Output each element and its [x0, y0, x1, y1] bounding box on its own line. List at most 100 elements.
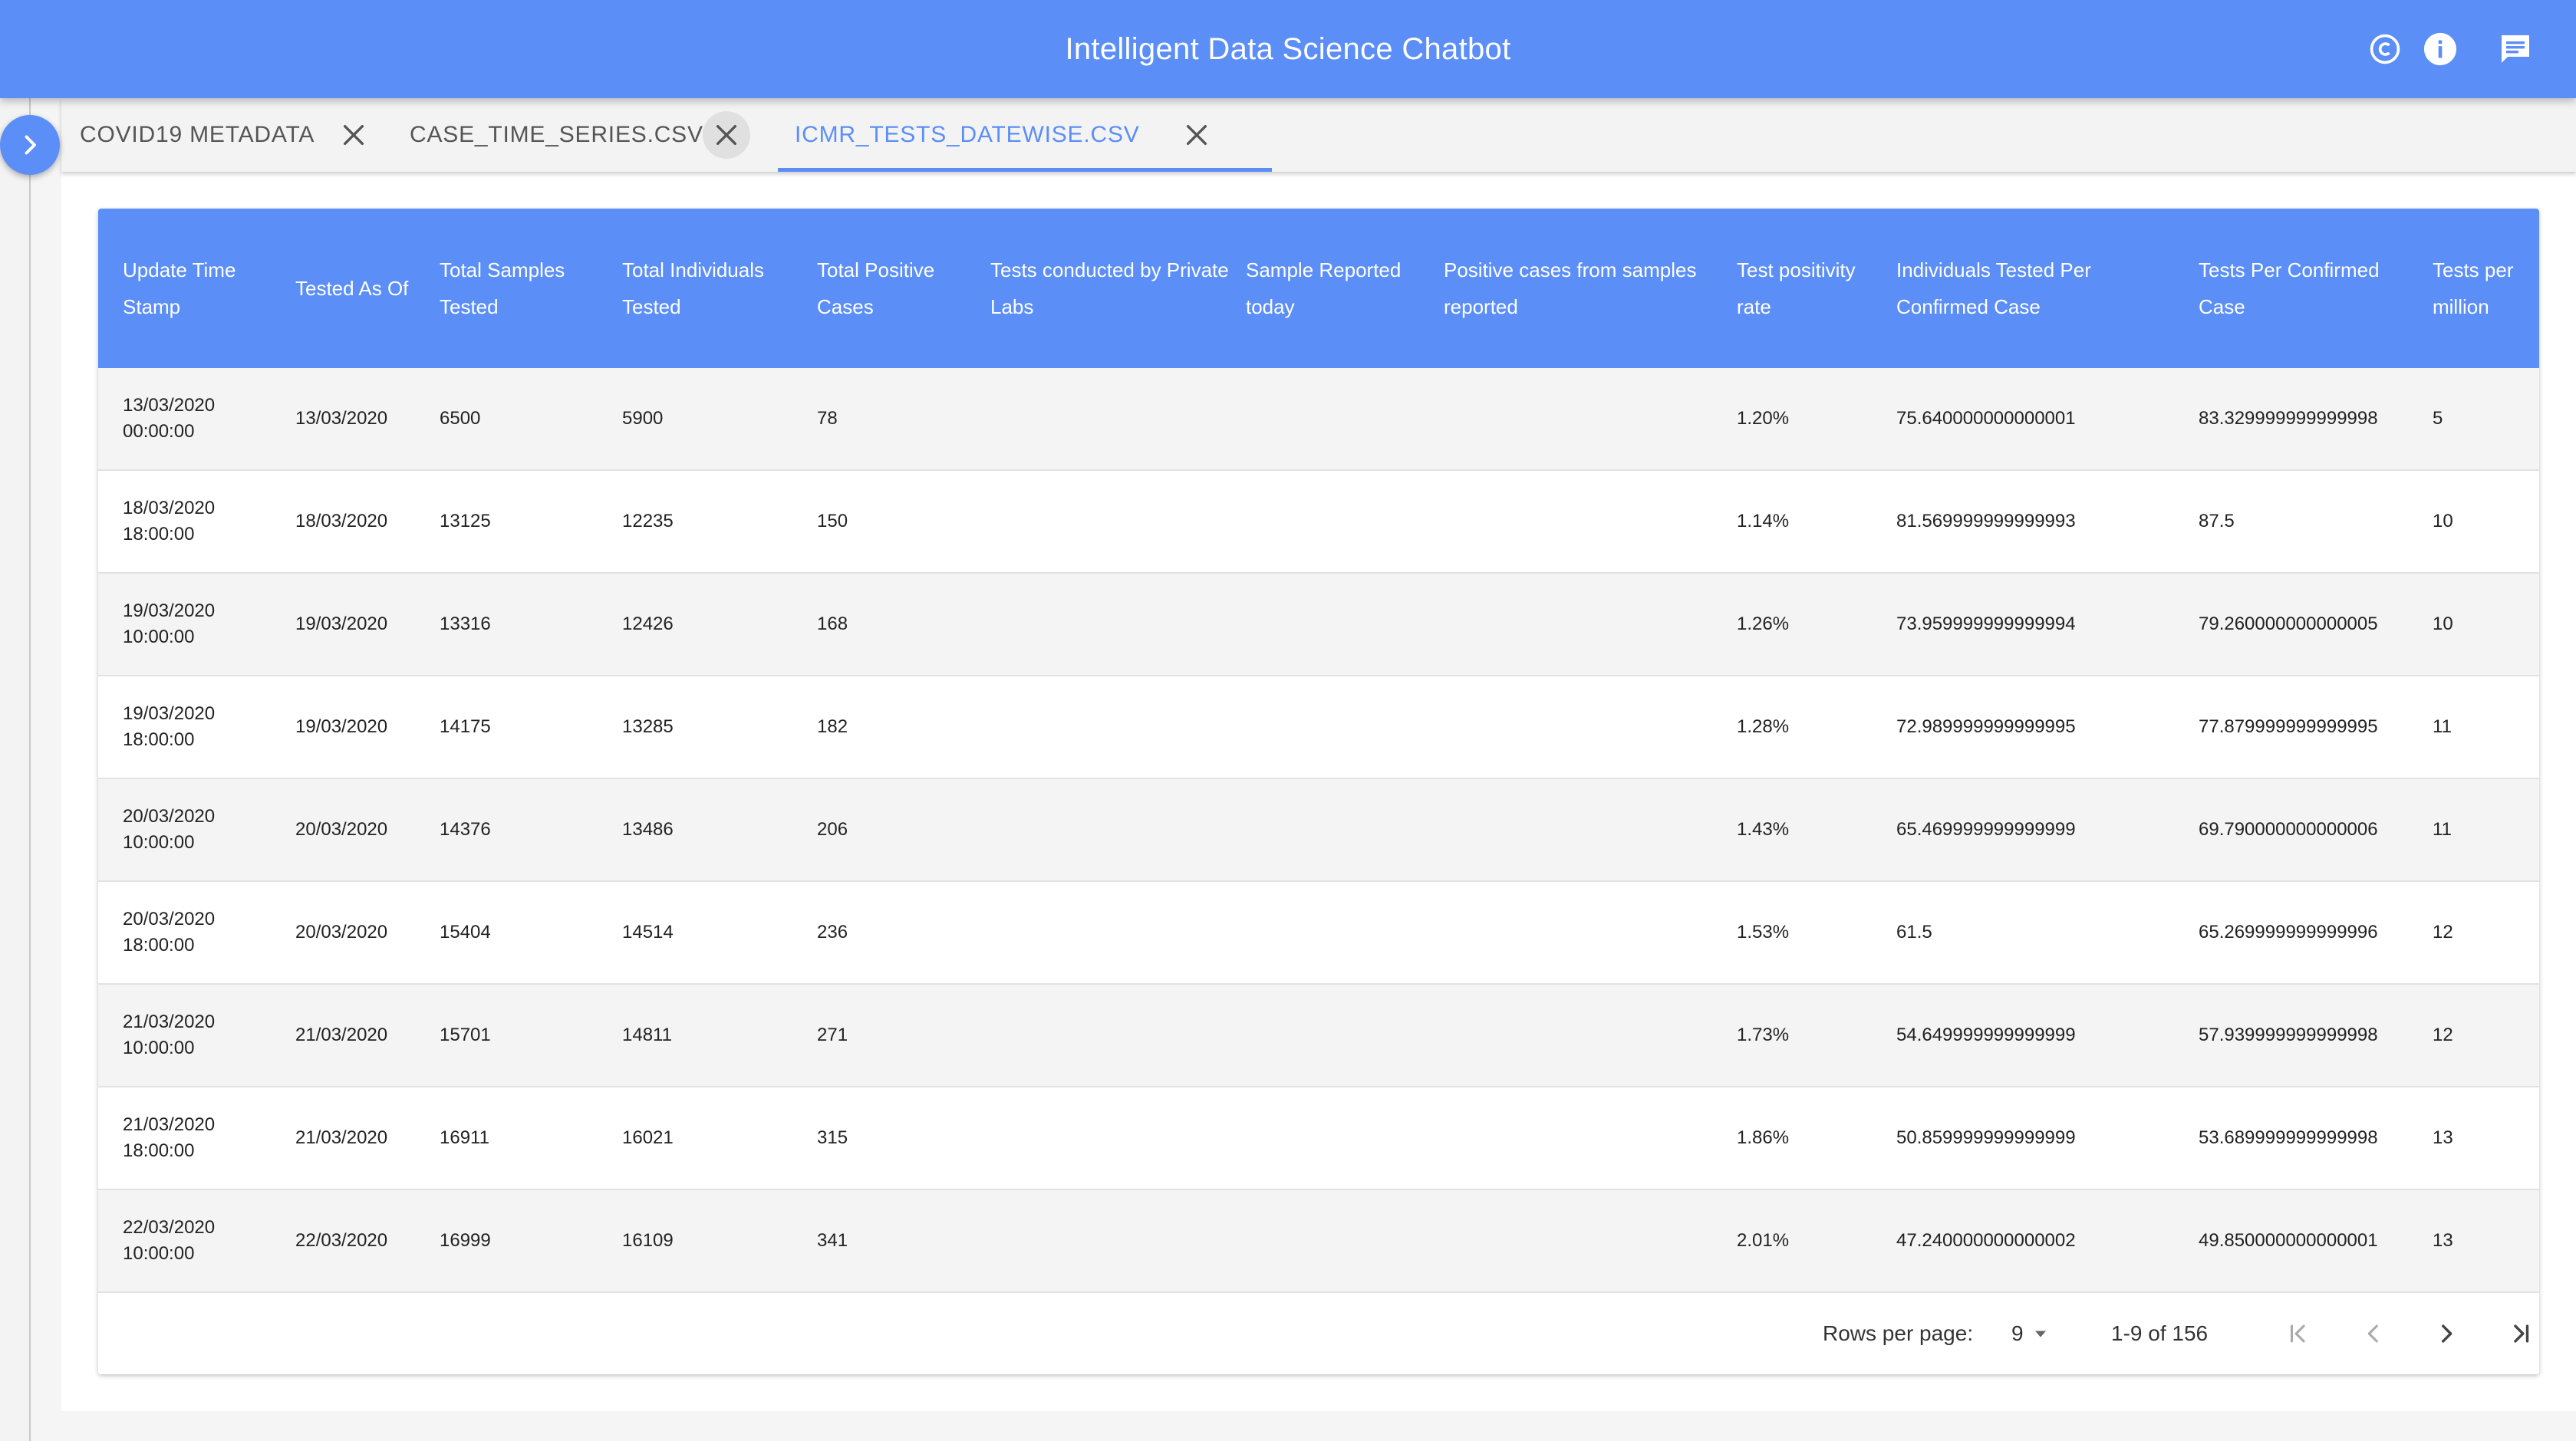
- table-cell: [1246, 368, 1430, 469]
- next-page-button[interactable]: [2425, 1312, 2468, 1355]
- close-icon: [1186, 124, 1207, 146]
- table-cell: 15701: [440, 1025, 491, 1045]
- table-cell: 5900: [622, 408, 664, 429]
- table-cell: 1.26%: [1737, 614, 1790, 634]
- table-cell: 19/03/2020 18:00:00: [123, 703, 216, 750]
- table-cell: 19/03/2020 10:00:00: [123, 600, 216, 647]
- rows-per-page-value: 9: [2011, 1321, 2024, 1345]
- close-tab-covid19-metadata-button[interactable]: [330, 111, 377, 159]
- table-cell: 182: [817, 716, 848, 737]
- table-cell: [1246, 676, 1430, 778]
- chat-icon[interactable]: [2497, 31, 2534, 67]
- column-header[interactable]: Tests per million: [2433, 209, 2532, 368]
- table-cell: 57.939999999999998: [2199, 1025, 2378, 1045]
- table-row[interactable]: 18/03/2020 18:00:00 18/03/2020 13125 12235 1…: [98, 471, 2539, 574]
- last-page-icon: [2514, 1324, 2529, 1343]
- table-cell: 22/03/2020 10:00:00: [123, 1217, 216, 1264]
- column-header[interactable]: Total Samples Tested: [440, 209, 608, 368]
- table-cell: 10: [2433, 511, 2453, 531]
- table-cell: 271: [817, 1025, 848, 1045]
- table-cell: 83.329999999999998: [2199, 408, 2378, 429]
- table-cell: [1444, 1190, 1720, 1291]
- column-header[interactable]: Sample Reported today: [1246, 209, 1430, 368]
- column-header[interactable]: Positive cases from samples reported: [1444, 209, 1720, 368]
- column-header[interactable]: Test positivity rate: [1737, 209, 1883, 368]
- table-row[interactable]: 13/03/2020 00:00:00 13/03/2020 6500 5900 78 1…: [98, 368, 2539, 471]
- table-cell: 1.43%: [1737, 819, 1790, 840]
- table-cell: [1444, 368, 1720, 469]
- table-row[interactable]: 21/03/2020 18:00:00 21/03/2020 16911 16021 3…: [98, 1087, 2539, 1190]
- column-header[interactable]: Individuals Tested Per Confirmed Case: [1896, 209, 2188, 368]
- table-row[interactable]: 22/03/2020 10:00:00 22/03/2020 16999 16109 3…: [98, 1190, 2539, 1293]
- table-cell: 20/03/2020: [295, 819, 388, 840]
- table-cell: [1246, 574, 1430, 675]
- close-tab-icmr-tests-datewise-button[interactable]: [1173, 111, 1220, 159]
- table-pagination: Rows per page: 9 1-9 of 156: [98, 1293, 2539, 1374]
- table-cell: 14175: [440, 716, 491, 737]
- table-cell: 73.959999999999994: [1896, 614, 2076, 634]
- tab-label[interactable]: COVID19 METADATA: [80, 122, 315, 148]
- table-cell: 1.53%: [1737, 922, 1790, 943]
- table-cell: 78: [817, 408, 838, 429]
- drawer-toggle-button[interactable]: [0, 115, 60, 175]
- first-page-icon: [2290, 1324, 2305, 1343]
- table-cell: 1.14%: [1737, 511, 1790, 531]
- info-icon[interactable]: [2422, 31, 2459, 67]
- rows-per-page-select[interactable]: 9: [2011, 1314, 2051, 1353]
- app-title: Intelligent Data Science Chatbot: [1065, 32, 1511, 66]
- table-cell: 61.5: [1896, 922, 1932, 943]
- column-header[interactable]: Tested As Of: [295, 209, 426, 368]
- first-page-button[interactable]: [2277, 1312, 2320, 1355]
- column-header[interactable]: Tests Per Confirmed Case: [2199, 209, 2421, 368]
- tab-case-time-series[interactable]: CASE_TIME_SERIES.CSV: [410, 98, 703, 172]
- table-cell: 206: [817, 819, 848, 840]
- table-cell: [990, 1190, 1236, 1291]
- table-row[interactable]: 20/03/2020 10:00:00 20/03/2020 14376 13486 2…: [98, 779, 2539, 882]
- table-cell: 12: [2433, 922, 2453, 943]
- column-header[interactable]: Update Time Stamp: [123, 209, 276, 368]
- table-cell: 1.86%: [1737, 1127, 1790, 1148]
- chevron-right-icon: [2442, 1324, 2452, 1343]
- sidebar-rail: [0, 98, 31, 1441]
- tab-bar: COVID19 METADATA CASE_TIME_SERIES.CSV IC…: [61, 98, 2576, 172]
- copyright-icon[interactable]: [2367, 31, 2403, 67]
- column-header[interactable]: Total Positive Cases: [817, 209, 978, 368]
- table-cell: [990, 676, 1236, 778]
- table-cell: [1246, 1087, 1430, 1189]
- tab-label[interactable]: CASE_TIME_SERIES.CSV: [410, 122, 703, 148]
- column-header[interactable]: Total Individuals Tested: [622, 209, 806, 368]
- table-cell: 16109: [622, 1230, 674, 1251]
- table-cell: 16999: [440, 1230, 491, 1251]
- table-cell: [990, 779, 1236, 880]
- previous-page-button[interactable]: [2352, 1312, 2395, 1355]
- table-cell: 47.240000000000002: [1896, 1230, 2076, 1251]
- table-cell: 65.469999999999999: [1896, 819, 2076, 840]
- table-cell: 20/03/2020: [295, 922, 388, 943]
- tab-covid19-metadata[interactable]: COVID19 METADATA: [80, 98, 315, 172]
- table-cell: 18/03/2020 18:00:00: [123, 498, 216, 544]
- table-header: Update Time Stamp Tested As Of Total Sampl…: [98, 209, 2539, 368]
- table-cell: 12426: [622, 614, 674, 634]
- table-cell: 22/03/2020: [295, 1230, 388, 1251]
- table-row[interactable]: 21/03/2020 10:00:00 21/03/2020 15701 14811 2…: [98, 985, 2539, 1087]
- column-header[interactable]: Tests conducted by Private Labs: [990, 209, 1236, 368]
- close-icon: [343, 124, 364, 146]
- table-cell: 13125: [440, 511, 491, 531]
- close-tab-case-time-series-button[interactable]: [703, 111, 750, 159]
- table-cell: 79.260000000000005: [2199, 614, 2378, 634]
- table-cell: 75.640000000000001: [1896, 408, 2076, 429]
- table-cell: [1246, 985, 1430, 1086]
- last-page-button[interactable]: [2499, 1312, 2539, 1355]
- dropdown-arrow-icon: [2034, 1331, 2046, 1337]
- table-cell: 21/03/2020 18:00:00: [123, 1114, 216, 1161]
- table-cell: [990, 882, 1236, 983]
- tab-label[interactable]: ICMR_TESTS_DATEWISE.CSV: [795, 122, 1140, 148]
- table-cell: 13: [2433, 1230, 2453, 1251]
- table-cell: [1444, 574, 1720, 675]
- table-row[interactable]: 19/03/2020 18:00:00 19/03/2020 14175 13285 1…: [98, 676, 2539, 779]
- table-cell: 21/03/2020: [295, 1127, 388, 1148]
- table-cell: 50.859999999999999: [1896, 1127, 2076, 1148]
- table-row[interactable]: 20/03/2020 18:00:00 20/03/2020 15404 14514 2…: [98, 882, 2539, 985]
- table-row[interactable]: 19/03/2020 10:00:00 19/03/2020 13316 12426 1…: [98, 574, 2539, 676]
- table-cell: 21/03/2020: [295, 1025, 388, 1045]
